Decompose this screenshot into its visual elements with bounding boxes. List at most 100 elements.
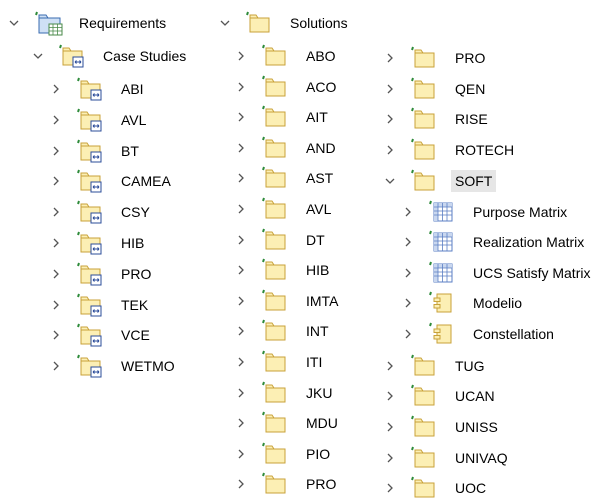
tree-item-soft[interactable]: SOFT [383,168,497,194]
tree-item-univaq[interactable]: UNIVAQ [383,445,512,471]
tree-item-ucan[interactable]: UCAN [383,383,499,409]
tree-item-rotech[interactable]: ROTECH [383,137,518,163]
chevron-right-icon[interactable] [234,233,248,247]
tree-item-hib[interactable]: HIB [49,230,148,256]
chevron-right-icon[interactable] [49,267,63,281]
tree-item-tek[interactable]: TEK [49,292,152,318]
chevron-right-icon[interactable] [401,205,415,219]
chevron-right-icon[interactable] [49,82,63,96]
package-icon [77,108,102,132]
tree-item-qen[interactable]: QEN [383,76,489,102]
tree-item-mdu[interactable]: MDU [234,410,342,436]
chevron-right-icon[interactable] [401,235,415,249]
tree-item-constellation[interactable]: Constellation [401,321,558,347]
tree-item-abo[interactable]: ABO [234,43,340,69]
chevron-right-icon[interactable] [234,263,248,277]
folder-icon [411,446,435,470]
chevron-right-icon[interactable] [401,266,415,280]
chevron-down-icon[interactable] [31,49,45,63]
tree-item-rise[interactable]: RISE [383,106,492,132]
folder-icon [411,169,435,193]
chevron-right-icon[interactable] [234,171,248,185]
chevron-right-icon[interactable] [383,481,397,495]
tree-item-imta[interactable]: IMTA [234,288,342,314]
chevron-right-icon[interactable] [234,110,248,124]
chevron-right-icon[interactable] [49,328,63,342]
tree-item-label: RISE [455,111,488,127]
chevron-right-icon[interactable] [234,355,248,369]
tree-item-int[interactable]: INT [234,318,333,344]
tree-item-label: PRO [455,50,486,66]
tree-item-avl[interactable]: AVL [234,196,335,222]
chevron-right-icon[interactable] [234,294,248,308]
tree-item-requirements[interactable]: Requirements [7,10,170,36]
chevron-right-icon[interactable] [49,359,63,373]
package-icon [77,293,102,317]
chevron-right-icon[interactable] [234,416,248,430]
chevron-right-icon[interactable] [234,80,248,94]
tree-item-pro[interactable]: PRO [234,471,340,497]
tree-item-and[interactable]: AND [234,135,340,161]
tree-item-ucs-satisfy-matrix[interactable]: UCS Satisfy Matrix [401,260,594,286]
tree-item-iti[interactable]: ITI [234,349,326,375]
tree-item-bt[interactable]: BT [49,138,143,164]
chevron-right-icon[interactable] [383,359,397,373]
tree-item-pro[interactable]: PRO [383,45,489,71]
tree-item-label: VCE [121,327,150,344]
chevron-right-icon[interactable] [234,324,248,338]
chevron-right-icon[interactable] [234,447,248,461]
chevron-right-icon[interactable] [234,477,248,491]
tree-item-aco[interactable]: ACO [234,74,340,100]
tree-item-uoc[interactable]: UOC [383,475,490,501]
folder-icon [262,44,286,68]
chevron-right-icon[interactable] [49,113,63,127]
chevron-down-icon[interactable] [383,174,397,188]
chevron-right-icon[interactable] [234,49,248,63]
chevron-right-icon[interactable] [234,386,248,400]
chevron-right-icon[interactable] [383,82,397,96]
tree-item-pro[interactable]: PRO [49,261,155,287]
tree-item-tug[interactable]: TUG [383,353,489,379]
chevron-right-icon[interactable] [383,389,397,403]
tree-item-purpose-matrix[interactable]: Purpose Matrix [401,199,571,225]
folder-icon [262,442,286,466]
tree-item-label: AST [306,170,334,187]
chevron-right-icon[interactable] [401,327,415,341]
folder-icon [411,46,435,70]
chevron-down-icon[interactable] [7,16,21,30]
tree-item-avl[interactable]: AVL [49,107,150,133]
chevron-right-icon[interactable] [234,141,248,155]
tree-item-case-studies[interactable]: Case Studies [31,43,190,69]
tree-item-camea[interactable]: CAMEA [49,168,175,194]
folder-icon [262,258,286,282]
tree-item-label: Purpose Matrix [473,204,568,220]
tree-item-dt[interactable]: DT [234,227,329,253]
tree-item-solutions[interactable]: Solutions [218,10,352,36]
tree-item-label: UNIVAQ [455,450,508,466]
tree-item-ast[interactable]: AST [234,165,337,191]
chevron-down-icon[interactable] [218,16,232,30]
chevron-right-icon[interactable] [383,420,397,434]
tree-item-realization-matrix[interactable]: Realization Matrix [401,229,588,255]
tree-item-jku[interactable]: JKU [234,380,336,406]
tree-item-pio[interactable]: PIO [234,441,334,467]
chevron-right-icon[interactable] [49,236,63,250]
chevron-right-icon[interactable] [383,143,397,157]
chevron-right-icon[interactable] [49,174,63,188]
tree-item-abi[interactable]: ABI [49,76,148,102]
chevron-right-icon[interactable] [383,51,397,65]
chevron-right-icon[interactable] [234,202,248,216]
chevron-right-icon[interactable] [401,296,415,310]
chevron-right-icon[interactable] [49,205,63,219]
tree-item-hib[interactable]: HIB [234,257,333,283]
tree-item-uniss[interactable]: UNISS [383,414,502,440]
chevron-right-icon[interactable] [383,451,397,465]
tree-item-modelio[interactable]: Modelio [401,290,526,316]
tree-item-csy[interactable]: CSY [49,199,154,225]
chevron-right-icon[interactable] [49,144,63,158]
tree-item-wetmo[interactable]: WETMO [49,353,179,379]
tree-item-vce[interactable]: VCE [49,322,154,348]
chevron-right-icon[interactable] [383,112,397,126]
tree-item-ait[interactable]: AIT [234,104,332,130]
chevron-right-icon[interactable] [49,298,63,312]
